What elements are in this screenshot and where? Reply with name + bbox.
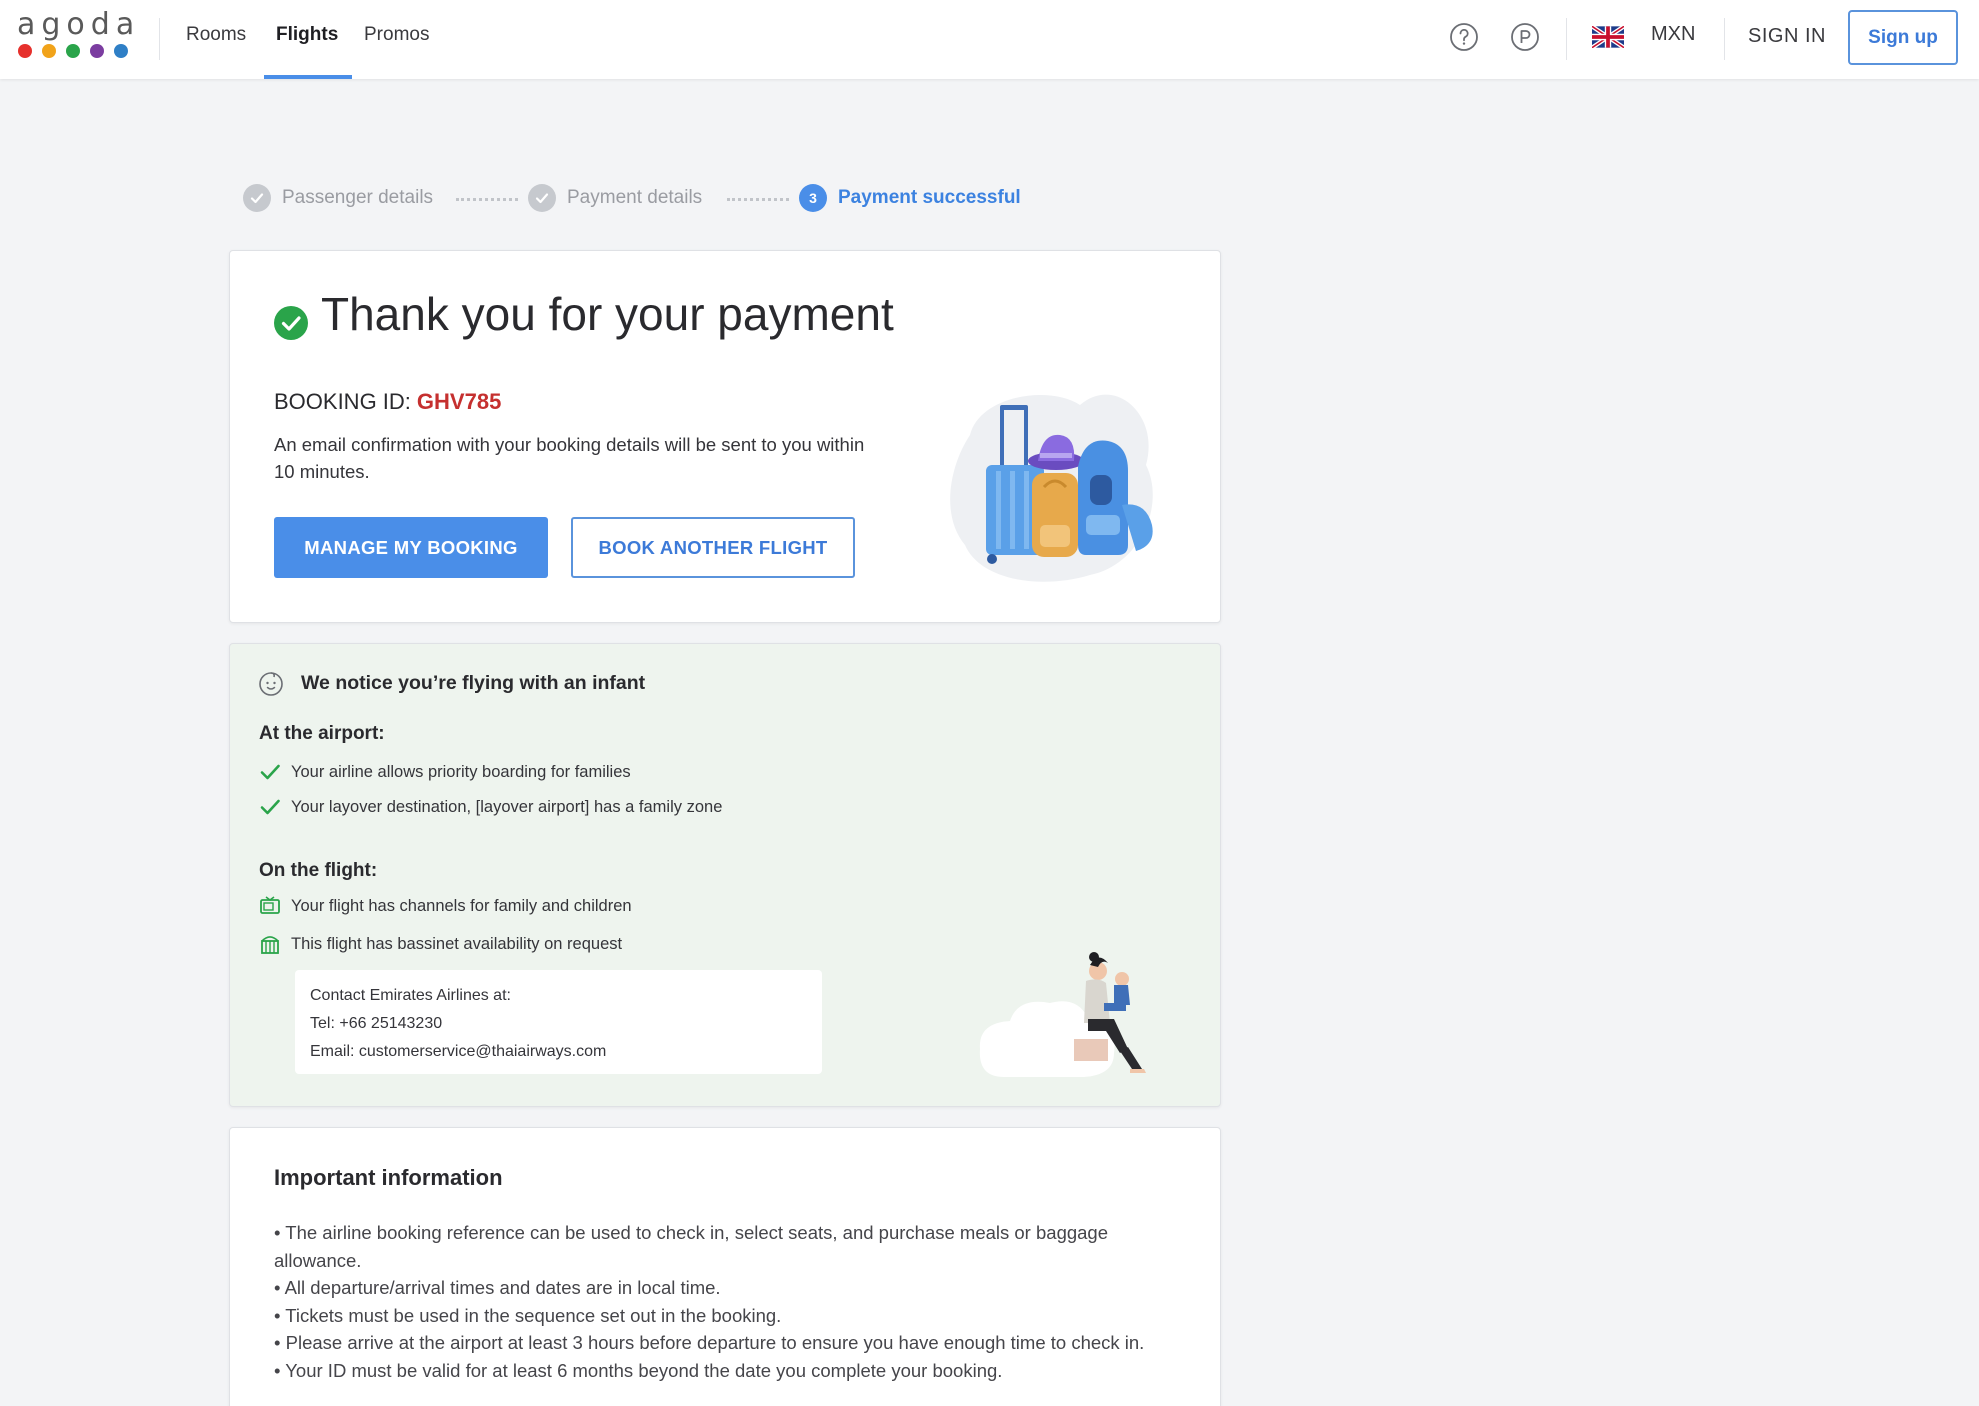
success-check-icon — [274, 306, 308, 340]
contact-phone: Tel: +66 25143230 — [310, 1015, 443, 1032]
step-connector — [727, 198, 789, 201]
points-icon[interactable] — [1510, 22, 1540, 52]
infant-card-header: We notice you’re flying with an infant — [258, 670, 645, 696]
step-payment-successful: 3 Payment successful — [799, 184, 1021, 212]
uk-flag-icon[interactable] — [1592, 26, 1624, 48]
infant-travel-card: We notice you’re flying with an infant A… — [229, 643, 1221, 1107]
logo-dot-blue — [114, 44, 128, 58]
airport-heading: At the airport: — [259, 723, 385, 744]
step-number-badge: 3 — [799, 184, 827, 212]
mother-with-baby-illustration — [979, 952, 1146, 1077]
contact-heading: Contact Emirates Airlines at: — [310, 987, 511, 1004]
payment-confirmation-card: Thank you for your payment BOOKING ID: GH… — [229, 250, 1221, 623]
step-payment-details: Payment details — [528, 184, 702, 212]
flight-feature-text: Your flight has channels for family and … — [291, 896, 632, 915]
airport-feature-text: Your layover destination, [layover airpo… — [291, 797, 723, 816]
flight-feature-item: This flight has bassinet availability on… — [259, 933, 622, 955]
list-item: • Your ID must be valid for at least 6 m… — [274, 1359, 1003, 1381]
email-confirmation-note: An email confirmation with your booking … — [274, 434, 865, 482]
important-information-card: Important information • The airline book… — [229, 1127, 1221, 1406]
list-item: • The airline booking reference can be u… — [274, 1222, 1109, 1271]
nav-promos[interactable]: Promos — [364, 24, 429, 46]
step-done-icon — [528, 184, 556, 212]
step-connector — [456, 198, 518, 201]
on-flight-heading: On the flight: — [259, 860, 378, 881]
book-another-flight-button[interactable]: BOOK ANOTHER FLIGHT — [571, 517, 855, 578]
header-divider-right — [1566, 18, 1567, 60]
airline-contact-box: Contact Emirates Airlines at: Tel: +66 2… — [295, 970, 822, 1074]
baby-face-icon — [259, 672, 283, 696]
flight-feature-item: Your flight has channels for family and … — [259, 895, 632, 917]
important-info-list: • The airline booking reference can be u… — [274, 1219, 1174, 1385]
nav-rooms[interactable]: Rooms — [186, 24, 246, 46]
flight-feature-text: This flight has bassinet availability on… — [291, 934, 623, 953]
nav-flights[interactable]: Flights — [276, 24, 338, 46]
luggage-illustration — [950, 394, 1153, 582]
step-label: Payment details — [567, 187, 703, 208]
step-passenger-details: Passenger details — [243, 184, 433, 212]
important-info-title: Important information — [274, 1165, 503, 1190]
logo-dots — [16, 44, 136, 58]
list-item: • Tickets must be used in the sequence s… — [274, 1304, 782, 1326]
manage-my-booking-button[interactable]: MANAGE MY BOOKING — [274, 517, 548, 578]
agoda-logo[interactable]: agoda — [16, 10, 136, 62]
green-check-icon — [260, 799, 280, 815]
airport-feature-item: Your airline allows priority boarding fo… — [259, 761, 631, 783]
confirmation-title: Thank you for your payment — [321, 288, 894, 340]
contact-email: Email: customerservice@thaiairways.com — [310, 1043, 607, 1060]
booking-id-row: BOOKING ID: GHV785 — [274, 389, 501, 415]
bassinet-icon — [261, 936, 279, 954]
airport-feature-item: Your layover destination, [layover airpo… — [259, 796, 722, 818]
logo-wordmark: agoda — [17, 7, 141, 42]
logo-dot-purple — [90, 44, 104, 58]
airport-feature-text: Your airline allows priority boarding fo… — [291, 762, 631, 781]
nav-active-underline — [264, 75, 352, 79]
green-check-icon — [260, 764, 280, 780]
list-item: • Please arrive at the airport at least … — [274, 1332, 1145, 1354]
logo-dot-red — [18, 44, 32, 58]
top-header: agoda Rooms Flights Promos MXN SIGN IN S… — [0, 0, 1979, 79]
step-label: Payment successful — [838, 187, 1021, 208]
header-divider — [159, 18, 160, 60]
sign-in-link[interactable]: SIGN IN — [1748, 25, 1826, 48]
header-divider-right-2 — [1724, 18, 1725, 60]
step-done-icon — [243, 184, 271, 212]
logo-dot-orange — [42, 44, 56, 58]
booking-id-label: BOOKING ID: — [274, 389, 411, 414]
step-label: Passenger details — [282, 187, 434, 208]
logo-dot-green — [66, 44, 80, 58]
currency-selector[interactable]: MXN — [1651, 23, 1695, 46]
infant-card-title: We notice you’re flying with an infant — [301, 671, 646, 694]
tv-icon — [260, 896, 280, 914]
sign-up-button[interactable]: Sign up — [1848, 10, 1958, 65]
list-item: • All departure/arrival times and dates … — [274, 1277, 721, 1299]
help-icon[interactable] — [1449, 22, 1479, 52]
booking-id-value: GHV785 — [416, 389, 502, 414]
